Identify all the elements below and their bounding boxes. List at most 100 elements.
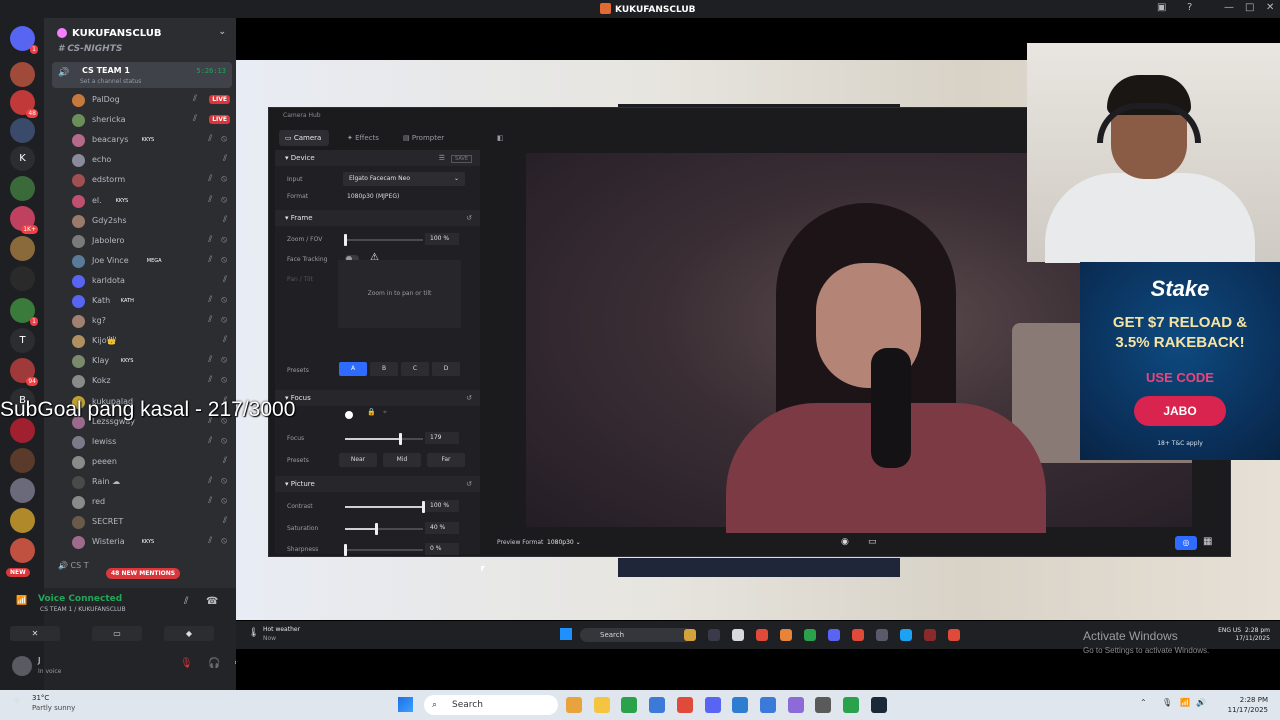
- chrome-icon[interactable]: [649, 697, 666, 713]
- server-icon[interactable]: K: [10, 146, 35, 171]
- voice-user[interactable]: Joe Vince MEGA ⫽ ⦸: [72, 253, 230, 271]
- taskbar-clock[interactable]: 2:28 PM 11/17/2025: [1228, 695, 1268, 715]
- file-explorer-icon[interactable]: [593, 697, 610, 713]
- voice-user[interactable]: lewiss ⫽ ⦸: [72, 434, 230, 452]
- voice-location[interactable]: CS TEAM 1 / KUKUFANSCLUB: [40, 606, 126, 613]
- voice-user[interactable]: red ⫽ ⦸: [72, 494, 230, 512]
- headphones-icon[interactable]: 🎧: [208, 658, 220, 669]
- server-icon[interactable]: [10, 236, 35, 261]
- inbox-icon[interactable]: ▣: [1157, 2, 1166, 13]
- voice-channel[interactable]: 🔊 CS TEAM 1 5:26:13 Set a channel status: [52, 62, 232, 88]
- chrome-icon[interactable]: [787, 697, 804, 713]
- server-icon[interactable]: [10, 62, 35, 87]
- preset-b-button[interactable]: B: [370, 362, 398, 376]
- minimize-button[interactable]: —: [1224, 2, 1234, 13]
- channel-heading[interactable]: # CS-NIGHTS: [58, 44, 122, 54]
- reset-icon[interactable]: ↺: [466, 210, 472, 226]
- voice-user[interactable]: shericka LIVE ⫽: [72, 112, 230, 130]
- voice-user[interactable]: karldota ⫽: [72, 273, 230, 291]
- tray-chevron-icon[interactable]: ⌃: [1140, 698, 1147, 707]
- tab-effects[interactable]: ✦ Effects: [341, 130, 385, 146]
- mic-icon[interactable]: 🎙: [1162, 698, 1172, 707]
- live-badge[interactable]: LIVE: [209, 95, 230, 104]
- maximize-button[interactable]: □: [1245, 2, 1254, 13]
- saturation-value[interactable]: 40 %: [425, 522, 459, 534]
- voice-user[interactable]: SECRET ⫽: [72, 514, 230, 532]
- copilot-icon[interactable]: [566, 697, 582, 713]
- server-icon[interactable]: 1: [10, 298, 38, 326]
- voice-user[interactable]: beacarys KKYS ⫽ ⦸: [72, 132, 230, 150]
- discord-home-icon[interactable]: 1: [10, 26, 38, 54]
- preset-d-button[interactable]: D: [432, 362, 460, 376]
- voice-user[interactable]: Klay KKYS ⫽ ⦸: [72, 353, 230, 371]
- sharpness-value[interactable]: 0 %: [425, 543, 459, 555]
- server-icon[interactable]: 48: [10, 90, 38, 118]
- tab-camera[interactable]: ▭ Camera: [279, 130, 329, 146]
- new-badge[interactable]: NEW: [6, 568, 30, 577]
- lock-icon[interactable]: 🔒: [367, 408, 376, 416]
- voice-user[interactable]: Kath KATH ⫽ ⦸: [72, 293, 230, 311]
- preset-far-button[interactable]: Far: [427, 453, 465, 467]
- discord-icon[interactable]: [704, 697, 721, 713]
- voice-user[interactable]: PalDog LIVE ⫽: [72, 92, 230, 110]
- voice-user[interactable]: peeen ⫽: [72, 454, 230, 472]
- contrast-slider[interactable]: [345, 501, 425, 513]
- focus-section-header[interactable]: ▾ Focus ↺: [275, 390, 480, 406]
- server-icon[interactable]: [10, 118, 35, 143]
- voice-user[interactable]: kg? ⫽ ⦸: [72, 313, 230, 331]
- focus-target-icon[interactable]: ⌖: [383, 408, 387, 417]
- activities-button[interactable]: ◆: [164, 626, 214, 641]
- grid-icon[interactable]: ▦: [1203, 536, 1212, 547]
- server-icon[interactable]: [10, 266, 35, 291]
- live-badge[interactable]: LIVE: [209, 115, 230, 125]
- photos-icon[interactable]: [759, 697, 776, 713]
- mute-icon[interactable]: 🎙: [180, 658, 193, 669]
- taskbar-search[interactable]: ⌕ Search: [424, 695, 558, 715]
- sidebar-toggle-icon[interactable]: ◧: [491, 130, 510, 146]
- zoom-value[interactable]: 100 %: [425, 233, 459, 245]
- taskbar-sky[interactable]: Partly sunny: [32, 704, 75, 712]
- chrome-icon[interactable]: [621, 697, 638, 713]
- server-icon[interactable]: [10, 538, 35, 563]
- xbox-icon[interactable]: [843, 697, 859, 713]
- voice-user[interactable]: Gdy2shs ⫽: [72, 213, 230, 231]
- calculator-icon[interactable]: [732, 697, 749, 713]
- preset-a-button[interactable]: A: [339, 362, 367, 376]
- focus-value[interactable]: 179: [425, 432, 459, 444]
- reset-icon[interactable]: ↺: [466, 390, 472, 406]
- server-icon[interactable]: 1K+: [10, 206, 38, 234]
- taskbar-temp[interactable]: 31°C: [32, 694, 49, 702]
- eye-icon[interactable]: ◎: [1175, 536, 1197, 550]
- new-mentions-pill[interactable]: 48 NEW MENTIONS: [106, 568, 181, 579]
- server-icon[interactable]: [10, 448, 35, 473]
- preview-format-select[interactable]: 1080p30 ⌄: [547, 539, 581, 546]
- focus-slider[interactable]: [345, 433, 423, 445]
- pan-tilt-preview[interactable]: Zoom in to pan or tilt: [338, 260, 461, 328]
- server-icon[interactable]: [10, 508, 35, 533]
- server-icon[interactable]: T: [10, 328, 35, 353]
- camera-snapshot-icon[interactable]: ◉: [841, 537, 849, 547]
- voice-user[interactable]: Kijo👑 ⫽: [72, 333, 230, 351]
- save-button[interactable]: SAVE: [451, 155, 472, 163]
- voice-user[interactable]: Jabolero ⫽ ⦸: [72, 233, 230, 251]
- wifi-icon[interactable]: 📶: [1180, 698, 1190, 707]
- server-icon[interactable]: [10, 176, 35, 201]
- saturation-slider[interactable]: [345, 523, 423, 535]
- folder-icon[interactable]: ▭: [868, 537, 877, 547]
- chrome-icon[interactable]: [676, 697, 693, 713]
- reset-icon[interactable]: ↺: [466, 476, 472, 492]
- windows-start-icon[interactable]: [398, 697, 413, 712]
- zoom-slider[interactable]: [344, 234, 423, 246]
- sharpness-slider[interactable]: [344, 544, 423, 556]
- picture-section-header[interactable]: ▾ Picture ↺: [275, 476, 480, 492]
- preset-c-button[interactable]: C: [401, 362, 429, 376]
- signal-icon[interactable]: 📶: [16, 596, 27, 606]
- voice-user[interactable]: Rain ☁ ⫽ ⦸: [72, 474, 230, 492]
- disconnect-icon[interactable]: ☎: [206, 596, 218, 607]
- channel-status[interactable]: Set a channel status: [80, 78, 141, 85]
- device-section-header[interactable]: ▾ Device ☰ SAVE: [275, 150, 480, 166]
- preset-mid-button[interactable]: Mid: [383, 453, 421, 467]
- partial-channel[interactable]: 🔊 CS T: [58, 561, 89, 570]
- voice-user[interactable]: el. KKYS ⫽ ⦸: [72, 193, 230, 211]
- volume-icon[interactable]: 🔊: [1196, 698, 1206, 707]
